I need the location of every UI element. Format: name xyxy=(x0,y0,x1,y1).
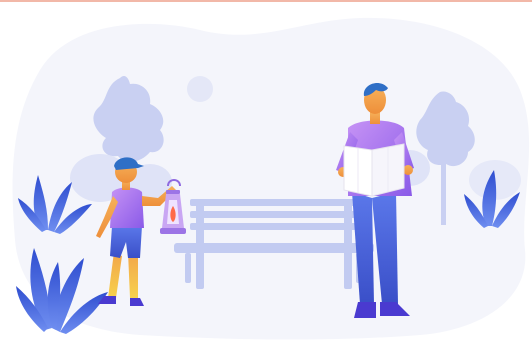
park-scene-illustration xyxy=(12,17,530,340)
sun-icon xyxy=(187,76,213,102)
illustration-stage xyxy=(0,0,532,347)
map-icon xyxy=(343,143,405,197)
